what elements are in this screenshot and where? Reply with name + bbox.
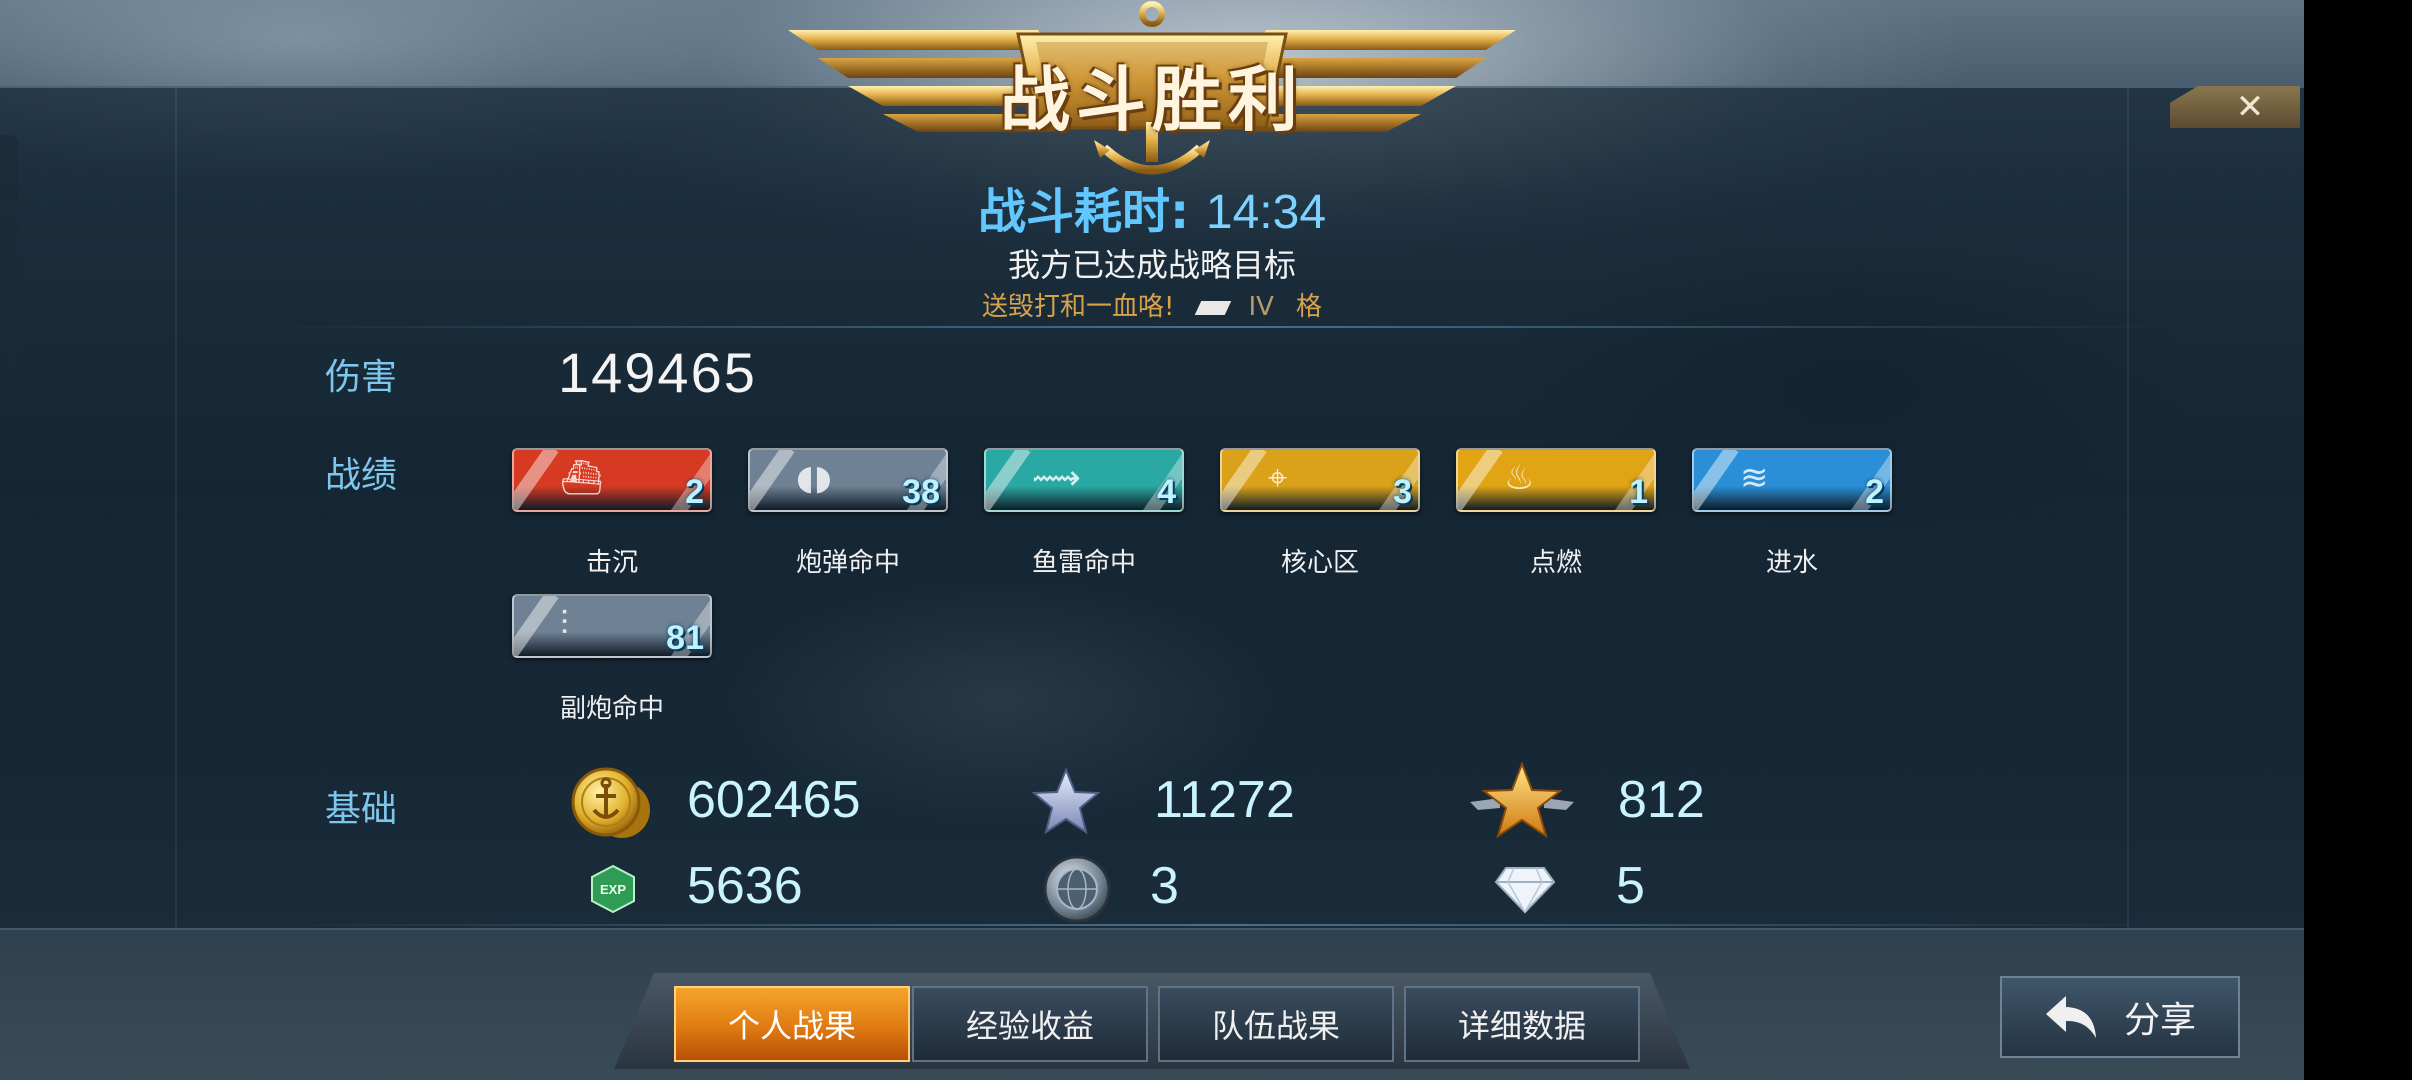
medal-plate <box>984 448 1184 512</box>
share-arrow-icon <box>2045 996 2096 1038</box>
footer-divider <box>260 924 2180 926</box>
damage-value: 149465 <box>558 341 757 404</box>
damage-label: 伤害 <box>325 357 398 398</box>
medal-sinking[interactable]: ⛴ 2 <box>512 448 712 514</box>
tab-label: 个人战果 <box>727 1007 856 1045</box>
shell-hit-icon: ◖◗ <box>796 458 832 498</box>
victory-banner: 战斗胜利 <box>788 0 1516 180</box>
tab-detailed-data[interactable]: 详细数据 <box>1404 986 1640 1062</box>
medal-label: 点燃 <box>1529 548 1582 578</box>
ship-class-icon <box>1195 300 1232 315</box>
globe-medal-icon <box>1043 855 1111 923</box>
medal-shell-hits[interactable]: ◖◗ 38 <box>748 448 948 514</box>
diamond-icon <box>1494 867 1556 914</box>
message-text: 送毁打和一血咯! <box>982 292 1175 322</box>
tab-team-results[interactable]: 队伍战果 <box>1158 986 1394 1062</box>
gold-coin-value: 602465 <box>687 771 861 829</box>
tab-experience-gain[interactable]: 经验收益 <box>912 986 1148 1062</box>
exp-value: 5636 <box>687 857 803 915</box>
objective-text: 我方已达成战略目标 <box>1007 246 1296 284</box>
base-label: 基础 <box>325 789 398 830</box>
message-suffix: 格 <box>1295 292 1322 322</box>
medal-label: 核心区 <box>1280 548 1359 578</box>
medal-count: 3 <box>1393 473 1412 511</box>
medal-count: 2 <box>685 473 704 511</box>
close-button[interactable]: ✕ <box>2170 86 2300 128</box>
silver-star-value: 11272 <box>1154 771 1295 829</box>
sinking-ship-icon: ⛴ <box>560 458 604 498</box>
gold-star-value: 812 <box>1618 771 1705 829</box>
diamond-value: 5 <box>1616 857 1645 915</box>
medal-citadel[interactable]: ⌖ 3 <box>1220 448 1420 514</box>
gold-star-icon <box>1470 762 1574 838</box>
battle-message: 送毁打和一血咯! IV 格 <box>0 286 2304 323</box>
exp-icon: EXP <box>591 864 635 914</box>
gold-coin-icon <box>571 767 650 838</box>
medal-count: 2 <box>1865 473 1884 511</box>
medal-fire[interactable]: ♨ 1 <box>1456 448 1656 514</box>
achievements-label: 战绩 <box>325 455 398 496</box>
duration-value: 14:34 <box>1205 186 1327 239</box>
victory-title: 战斗胜利 <box>1000 59 1304 141</box>
medal-count: 4 <box>1157 473 1176 511</box>
silver-star-icon <box>1031 767 1101 835</box>
citadel-icon: ⌖ <box>1268 458 1288 498</box>
flooding-icon: ≋ <box>1740 458 1769 498</box>
share-button[interactable]: 分享 <box>2000 976 2240 1058</box>
tab-label: 队伍战果 <box>1211 1007 1340 1045</box>
medal-secondary-hits[interactable]: ⫶ 81 <box>512 594 712 660</box>
medal-count: 38 <box>902 473 940 511</box>
globe-medal-value: 3 <box>1150 857 1179 915</box>
tab-label: 详细数据 <box>1457 1007 1586 1045</box>
medal-plate <box>1220 448 1420 512</box>
medal-label: 副炮命中 <box>559 694 664 724</box>
tab-label: 经验收益 <box>965 1007 1094 1045</box>
exp-icon-text: EXP <box>600 882 626 897</box>
duration-label: 战斗耗时: <box>977 184 1190 240</box>
tab-personal-results[interactable]: 个人战果 <box>674 986 910 1062</box>
medal-plate <box>512 448 712 512</box>
medal-label: 击沉 <box>585 548 638 578</box>
medal-plate <box>1456 448 1656 512</box>
medal-plate <box>1692 448 1892 512</box>
fire-icon: ♨ <box>1504 458 1535 498</box>
screen-edge-bar <box>2304 0 2412 1080</box>
tier-text: IV <box>1248 292 1274 322</box>
medal-label: 鱼雷命中 <box>1031 548 1136 578</box>
battle-duration: 战斗耗时: 14:34 <box>0 172 2304 242</box>
medal-count: 81 <box>666 619 704 657</box>
medal-label: 进水 <box>1765 548 1818 578</box>
secondary-battery-icon: ⫶ <box>560 604 569 644</box>
medal-count: 1 <box>1629 473 1648 511</box>
medal-torpedo-hits[interactable]: ⟿ 4 <box>984 448 1184 514</box>
medal-flooding[interactable]: ≋ 2 <box>1692 448 1892 514</box>
share-label: 分享 <box>2123 1000 2196 1041</box>
medal-label: 炮弹命中 <box>795 548 900 578</box>
torpedo-icon: ⟿ <box>1032 458 1081 498</box>
header-divider <box>260 326 2180 328</box>
close-icon: ✕ <box>2235 87 2265 127</box>
